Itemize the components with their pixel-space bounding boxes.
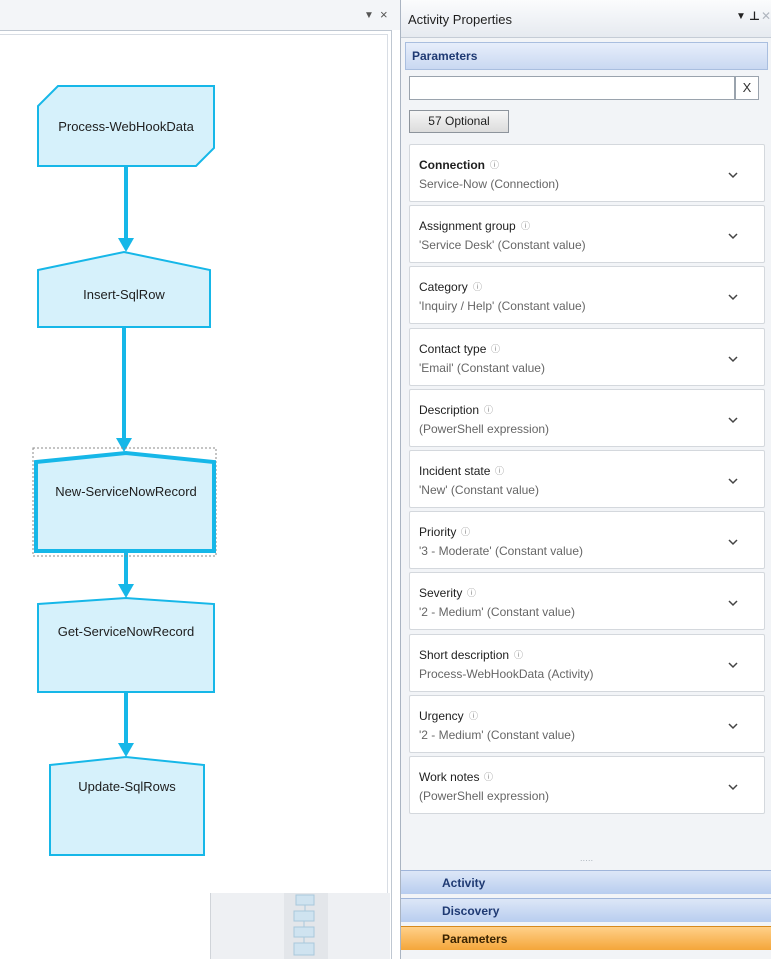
parameter-value: 'Email' (Constant value): [419, 361, 545, 375]
activity-node-new-servicenowrecord[interactable]: New-ServiceNowRecord: [32, 447, 217, 557]
parameter-name: Assignment group: [419, 219, 516, 233]
parameter-name: Severity: [419, 586, 463, 600]
parameter-card[interactable]: Category ⓘ 'Inquiry / Help' (Constant valu…: [409, 266, 765, 324]
info-icon[interactable]: ⓘ: [469, 709, 478, 722]
info-icon[interactable]: ⓘ: [521, 219, 530, 232]
activity-node-insert-sqlrow[interactable]: Insert-SqlRow: [37, 250, 211, 328]
chevron-down-icon[interactable]: [728, 660, 738, 670]
node-label: Get-ServiceNowRecord: [58, 624, 195, 639]
parameter-value: Service-Now (Connection): [419, 177, 560, 191]
parameter-name: Short description: [419, 648, 510, 662]
parameters-section-header: Parameters: [405, 42, 768, 70]
parameter-value: '2 - Medium' (Constant value): [419, 605, 575, 619]
parameter-card[interactable]: Priority ⓘ '3 - Moderate' (Constant value): [409, 511, 765, 569]
node-label: Insert-SqlRow: [83, 287, 165, 302]
parameter-filter-row: X: [409, 76, 764, 100]
optional-parameters-button[interactable]: 57 Optional: [409, 110, 509, 133]
info-icon[interactable]: ⓘ: [484, 403, 493, 416]
parameter-card[interactable]: Short description ⓘ Process-WebHookData (A…: [409, 634, 765, 692]
info-icon[interactable]: ⓘ: [490, 158, 499, 171]
node-label: New-ServiceNowRecord: [55, 484, 197, 499]
chevron-down-icon[interactable]: [728, 721, 738, 731]
parameter-filter-input[interactable]: [409, 76, 735, 100]
chevron-down-icon[interactable]: [728, 231, 738, 241]
parameter-value: 'Service Desk' (Constant value): [419, 238, 586, 252]
designer-minimap[interactable]: [210, 893, 390, 959]
activity-node-update-sqlrows[interactable]: Update-SqlRows: [49, 755, 205, 856]
section-title: Parameters: [412, 49, 478, 63]
parameter-value: 'Inquiry / Help' (Constant value): [419, 299, 586, 313]
parameter-name: Incident state: [419, 464, 491, 478]
nav-label: Activity: [442, 876, 486, 890]
panel-splitter[interactable]: ·····: [401, 857, 771, 869]
info-icon[interactable]: ⓘ: [467, 586, 476, 599]
panel-title-bar: Activity Properties ▼ ⊥ ✕: [401, 0, 771, 38]
parameter-card[interactable]: Connection ⓘ Service-Now (Connection): [409, 144, 765, 202]
info-icon[interactable]: ⓘ: [495, 464, 504, 477]
parameter-card[interactable]: Work notes ⓘ (PowerShell expression): [409, 756, 765, 814]
chevron-down-icon[interactable]: [728, 598, 738, 608]
node-label: Update-SqlRows: [78, 779, 176, 794]
activity-node-process-webhookdata[interactable]: Process-WebHookData: [37, 85, 215, 167]
minimap-viewport[interactable]: [284, 893, 328, 959]
parameter-card[interactable]: Severity ⓘ '2 - Medium' (Constant value): [409, 572, 765, 630]
info-icon[interactable]: ⓘ: [484, 770, 493, 783]
parameter-card[interactable]: Contact type ⓘ 'Email' (Constant value): [409, 328, 765, 386]
parameter-name: Description: [419, 403, 480, 417]
minimap-thumbnail: [293, 894, 315, 956]
parameter-value: '2 - Medium' (Constant value): [419, 728, 575, 742]
activity-node-get-servicenowrecord[interactable]: Get-ServiceNowRecord: [37, 596, 215, 693]
parameter-name: Category: [419, 280, 468, 294]
info-icon[interactable]: ⓘ: [514, 648, 523, 661]
nav-label: Parameters: [442, 932, 508, 946]
parameter-name: Work notes: [419, 770, 480, 784]
parameter-value: '3 - Moderate' (Constant value): [419, 544, 583, 558]
info-icon[interactable]: ⓘ: [473, 280, 482, 293]
info-icon[interactable]: ⓘ: [491, 342, 500, 355]
parameter-name: Connection: [419, 158, 485, 172]
workflow-designer-pane: ▼ × Process-WebHookData Insert-SqlRow Ne…: [0, 0, 400, 959]
panel-title: Activity Properties: [408, 12, 513, 27]
activity-properties-panel: Activity Properties ▼ ⊥ ✕ Parameters X 5…: [400, 0, 771, 959]
parameter-value: (PowerShell expression): [419, 422, 550, 436]
panel-close-icon[interactable]: ✕: [761, 9, 771, 23]
nav-discovery[interactable]: Discovery: [401, 898, 771, 922]
connector-2[interactable]: [116, 327, 132, 452]
parameter-card[interactable]: Incident state ⓘ 'New' (Constant value): [409, 450, 765, 508]
connector-3[interactable]: [118, 551, 134, 598]
chevron-down-icon[interactable]: [728, 537, 738, 547]
chevron-down-icon[interactable]: [728, 782, 738, 792]
chevron-down-icon[interactable]: [728, 415, 738, 425]
node-label: Process-WebHookData: [58, 119, 194, 134]
parameter-name: Contact type: [419, 342, 487, 356]
chevron-down-icon[interactable]: [728, 170, 738, 180]
parameter-card[interactable]: Assignment group ⓘ 'Service Desk' (Constan…: [409, 205, 765, 263]
chevron-down-icon[interactable]: [728, 354, 738, 364]
chevron-down-icon[interactable]: [728, 476, 738, 486]
connector-1[interactable]: [118, 166, 134, 252]
nav-parameters[interactable]: Parameters: [401, 926, 771, 950]
parameter-name: Urgency: [419, 709, 464, 723]
parameter-card[interactable]: Description ⓘ (PowerShell expression): [409, 389, 765, 447]
panel-dropdown-icon[interactable]: ▼: [736, 11, 746, 22]
connector-4[interactable]: [118, 692, 134, 757]
nav-label: Discovery: [442, 904, 500, 918]
info-icon[interactable]: ⓘ: [461, 525, 470, 538]
parameter-value: 'New' (Constant value): [419, 483, 539, 497]
clear-filter-button[interactable]: X: [735, 76, 759, 100]
pin-icon[interactable]: ⊥: [749, 9, 760, 23]
parameter-name: Priority: [419, 525, 457, 539]
workflow-canvas[interactable]: Process-WebHookData Insert-SqlRow New-Se…: [0, 0, 400, 959]
parameter-card[interactable]: Urgency ⓘ '2 - Medium' (Constant value): [409, 695, 765, 753]
chevron-down-icon[interactable]: [728, 292, 738, 302]
parameter-value: (PowerShell expression): [419, 789, 550, 803]
parameter-value: Process-WebHookData (Activity): [419, 667, 594, 681]
nav-activity[interactable]: Activity: [401, 870, 771, 894]
